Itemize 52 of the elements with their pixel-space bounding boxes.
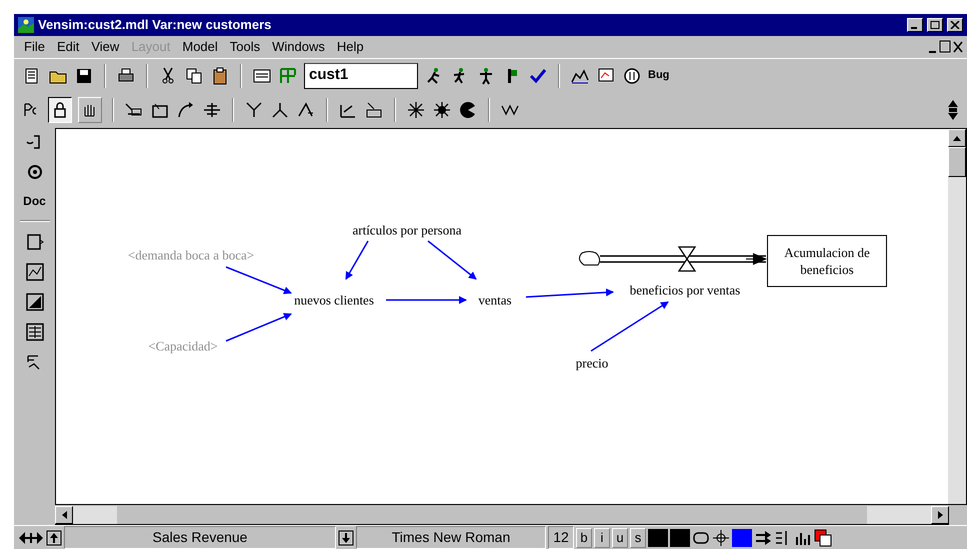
font-style-button[interactable]: i <box>594 528 610 548</box>
left-right-arrows-icon[interactable] <box>18 530 44 546</box>
horizontal-scrollbar[interactable] <box>55 505 949 525</box>
scroll-up-icon[interactable] <box>953 136 961 140</box>
up-arrow-box-icon[interactable] <box>46 530 62 546</box>
gauge-icon[interactable] <box>622 66 642 86</box>
menu-item[interactable]: View <box>85 37 126 57</box>
expand-toolbar-icon[interactable] <box>947 98 959 122</box>
scroll-thumb[interactable] <box>948 147 966 177</box>
box-color-swatch[interactable] <box>670 528 690 546</box>
child-window-controls-icon[interactable] <box>927 40 963 54</box>
table-icon[interactable] <box>24 322 44 342</box>
minimize-button[interactable] <box>907 18 923 32</box>
vertical-scrollbar[interactable] <box>948 129 966 504</box>
window-title: Vensim:cust2.mdl Var:new customers <box>38 16 272 34</box>
down-arrow-box-icon[interactable] <box>338 530 354 546</box>
font-style-button[interactable]: b <box>576 528 592 548</box>
menu-item[interactable]: Help <box>330 37 370 57</box>
arrow-color-swatch[interactable] <box>732 528 752 546</box>
bug-label[interactable]: Bug <box>648 67 670 84</box>
stock-box: Acumulacion de beneficios <box>767 235 887 287</box>
font-style-button[interactable]: u <box>612 528 628 548</box>
copy-icon[interactable] <box>184 66 204 86</box>
variable-name-field[interactable]: Sales Revenue <box>64 526 336 549</box>
maximize-button[interactable] <box>927 18 943 32</box>
workbench-variable-field[interactable]: cust1 <box>304 62 418 88</box>
font-size-field[interactable]: 12 <box>548 526 574 549</box>
windows-icon[interactable] <box>814 528 832 546</box>
hand-button[interactable] <box>78 97 102 123</box>
menu-item[interactable]: Tools <box>224 37 266 57</box>
menu-item[interactable]: File <box>18 37 51 57</box>
burst-icon[interactable] <box>432 100 452 120</box>
text-color-swatch[interactable] <box>648 528 668 546</box>
font-style-button[interactable]: s <box>630 528 646 548</box>
document-label[interactable]: Doc <box>23 192 46 210</box>
graph-window-icon[interactable] <box>24 262 44 282</box>
sparkle-icon[interactable] <box>406 100 426 120</box>
maximize-icon <box>930 21 940 29</box>
lock-button[interactable] <box>48 97 72 123</box>
scroll-right-icon[interactable] <box>938 510 942 518</box>
position-icon[interactable] <box>712 528 730 546</box>
close-icon <box>950 21 960 29</box>
menu-item[interactable]: Windows <box>266 37 331 57</box>
pie-icon[interactable] <box>458 100 478 120</box>
arrow-style-icon[interactable] <box>754 528 772 546</box>
font-name-field[interactable]: Times New Roman <box>356 526 546 549</box>
menu-item[interactable]: Model <box>176 37 224 57</box>
close-button[interactable] <box>947 18 963 32</box>
scroll-left-icon[interactable] <box>62 510 66 518</box>
app-logo-icon <box>18 17 34 33</box>
menu-item[interactable]: Edit <box>50 37 86 57</box>
lock-icon <box>52 102 68 118</box>
